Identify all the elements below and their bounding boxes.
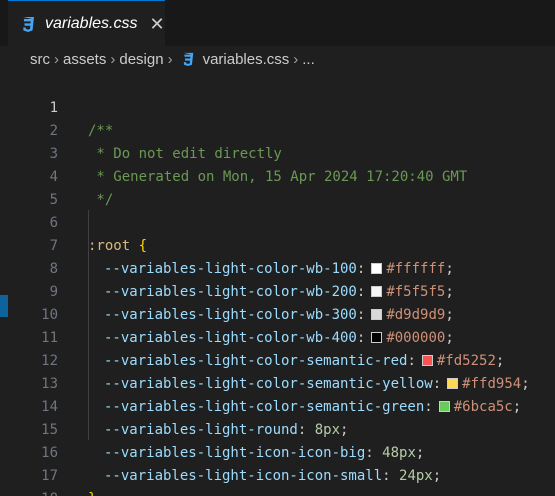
line-number: 18 bbox=[18, 488, 58, 496]
code-line: 11 --variables-light-color-semantic-red:… bbox=[0, 304, 555, 369]
code-editor[interactable]: 1 /** 2 * Do not edit directly 3 * Gener… bbox=[0, 72, 555, 496]
close-icon[interactable]: ✕ bbox=[149, 15, 164, 33]
breadcrumb-item-design[interactable]: design bbox=[119, 51, 163, 68]
chevron-right-icon: › bbox=[167, 50, 173, 68]
breadcrumb-item-assets[interactable]: assets bbox=[63, 51, 106, 68]
code-line: 10 --variables-light-color-wb-400: #00000… bbox=[0, 281, 555, 346]
breadcrumb-item-file[interactable]: variables.css bbox=[203, 51, 290, 68]
breadcrumb-item-symbols[interactable]: ... bbox=[302, 51, 315, 68]
tab-title: variables.css bbox=[45, 14, 138, 32]
code-line: 17 } bbox=[0, 442, 555, 496]
code-line: 15 --variables-light-icon-icon-big: 48px… bbox=[0, 396, 555, 461]
code-line: 2 * Do not edit directly bbox=[0, 97, 555, 162]
chevron-right-icon: › bbox=[54, 50, 59, 68]
code-line: 3 * Generated on Mon, 15 Apr 2024 17:20:… bbox=[0, 120, 555, 185]
code-line: 14 --variables-light-round: 8px; bbox=[0, 373, 555, 438]
code-line: 8 --variables-light-color-wb-200: #f5f5f5… bbox=[0, 235, 555, 300]
tab-variables-css[interactable]: variables.css ✕ bbox=[8, 0, 165, 46]
chevron-right-icon: › bbox=[110, 50, 116, 68]
code-line: 4 */ bbox=[0, 143, 555, 208]
code-line: 6 :root { bbox=[0, 189, 555, 254]
chevron-right-icon: › bbox=[293, 50, 299, 68]
code-line: 16 --variables-light-icon-icon-small: 24… bbox=[0, 419, 555, 484]
breadcrumb-item-src[interactable]: src bbox=[30, 51, 50, 68]
css-file-icon bbox=[181, 51, 195, 67]
css-file-icon bbox=[20, 15, 36, 33]
code-line: 7 --variables-light-color-wb-100: #ffffff… bbox=[0, 212, 555, 277]
tab-bar: variables.css ✕ bbox=[0, 0, 555, 46]
breadcrumb: src › assets › design › variables.css › … bbox=[0, 46, 555, 72]
code-line: 5 bbox=[0, 166, 555, 208]
close-brace: } bbox=[88, 488, 96, 496]
code-line: 1 /** bbox=[0, 74, 555, 139]
code-line: 18 bbox=[0, 465, 555, 496]
code-line: 13 --variables-light-color-semantic-gree… bbox=[0, 350, 555, 415]
code-line: 12 --variables-light-color-semantic-yell… bbox=[0, 327, 555, 392]
code-line: 9 --variables-light-color-wb-300: #d9d9d9… bbox=[0, 258, 555, 323]
